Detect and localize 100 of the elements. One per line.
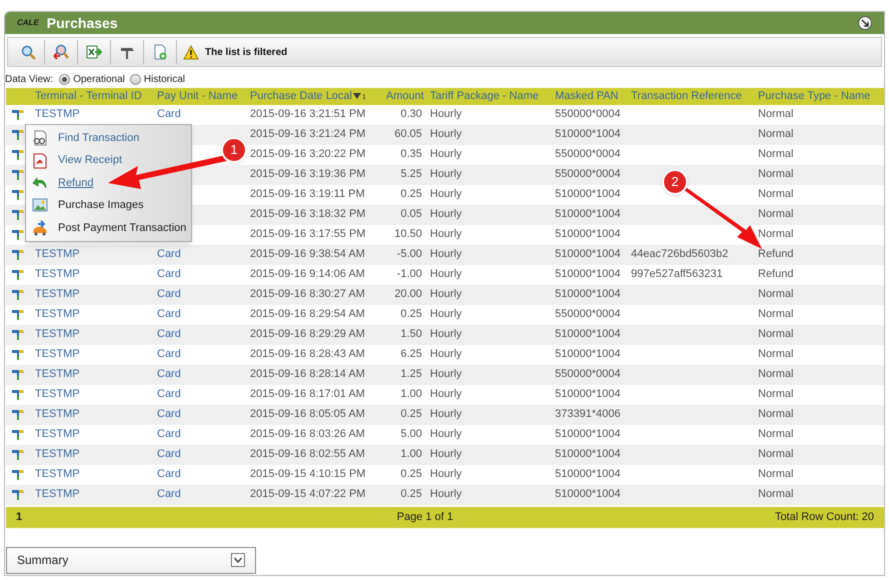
cell-link[interactable]: Card [157, 308, 181, 320]
table-cell: 510000*1004 [555, 208, 620, 220]
cell-link[interactable]: TESTMP [35, 308, 80, 320]
hammer-icon[interactable] [11, 248, 25, 261]
table-cell: Hourly [430, 288, 462, 300]
cell-link[interactable]: Card [157, 268, 181, 280]
menu-item[interactable]: Find Transaction [58, 130, 140, 146]
radio-button[interactable] [130, 74, 141, 84]
cell-link[interactable]: Card [157, 108, 181, 120]
cell-link[interactable]: Card [157, 488, 181, 500]
cell-link[interactable]: TESTMP [35, 388, 80, 400]
cell-link[interactable]: TESTMP [35, 248, 80, 260]
column-header[interactable]: Terminal - Terminal ID [35, 90, 142, 102]
table-cell: Hourly [430, 368, 462, 380]
cell-link[interactable]: Card [157, 248, 181, 260]
cell-link[interactable]: TESTMP [35, 288, 80, 300]
table-cell: Hourly [430, 208, 462, 220]
column-header[interactable]: Transaction Reference [631, 90, 742, 102]
radio-label[interactable]: Operational [73, 72, 125, 86]
table-cell: Refund [758, 248, 794, 260]
car-arrow-icon [32, 220, 48, 236]
cell-link[interactable]: Card [157, 328, 181, 340]
table-cell: 0.25 [400, 188, 422, 200]
menu-item[interactable]: Post Payment Transaction [58, 220, 186, 236]
collapse-button-icon[interactable] [858, 16, 872, 30]
column-header[interactable]: Masked PAN [555, 90, 618, 102]
cell-link[interactable]: Card [157, 288, 181, 300]
table-cell: 2015-09-16 3:20:22 PM [250, 148, 366, 160]
hammer-icon[interactable] [11, 408, 25, 421]
cell-link[interactable]: TESTMP [35, 468, 80, 480]
table-cell: 6.25 [400, 348, 422, 360]
table-cell: Hourly [430, 308, 462, 320]
table-cell: 510000*1004 [555, 448, 620, 460]
hammer-icon[interactable] [11, 428, 25, 441]
hammer-icon[interactable] [11, 168, 25, 181]
menu-item[interactable]: Refund [58, 174, 94, 192]
table-cell: Hourly [430, 408, 462, 420]
hammer-icon[interactable] [11, 308, 25, 321]
table-cell: 0.35 [400, 148, 422, 160]
page-info: Page 1 of 1 [396, 510, 454, 525]
radio-button[interactable] [59, 74, 70, 84]
row-count: Total Row Count: 20 [774, 510, 874, 525]
summary-dropdown[interactable]: Summary [6, 546, 256, 574]
table-cell: Hourly [430, 168, 462, 180]
table-cell: 2015-09-16 3:19:36 PM [250, 168, 366, 180]
cell-link[interactable]: TESTMP [35, 448, 80, 460]
document-add-icon[interactable] [152, 44, 168, 60]
menu-item[interactable]: View Receipt [58, 152, 122, 169]
hammer-icon[interactable] [11, 348, 25, 361]
cell-link[interactable]: TESTMP [35, 108, 80, 120]
hammer-icon[interactable] [11, 388, 25, 401]
hammer-icon[interactable] [11, 368, 25, 381]
column-header[interactable]: Pay Unit - Name [157, 90, 238, 102]
hammer-icon[interactable] [11, 268, 25, 281]
hammer-icon[interactable] [11, 328, 25, 341]
cell-link[interactable]: TESTMP [35, 328, 80, 340]
cell-link[interactable]: Card [157, 348, 181, 360]
hammer-icon[interactable] [11, 108, 25, 121]
column-header[interactable]: Purchase Type - Name [758, 90, 870, 102]
hammer-icon[interactable] [11, 208, 25, 221]
table-cell: 1.50 [400, 328, 422, 340]
hammer-icon[interactable] [11, 488, 25, 501]
caret-icon [231, 553, 245, 567]
cell-link[interactable]: Card [157, 368, 181, 380]
table-cell: Hourly [430, 428, 462, 440]
magnifier-icon[interactable] [20, 44, 36, 60]
hammer-icon[interactable] [11, 148, 25, 161]
table-cell: Normal [758, 328, 794, 340]
column-header[interactable]: Purchase Date Local [250, 90, 352, 102]
hammer-icon[interactable] [11, 448, 25, 461]
cell-link[interactable]: TESTMP [35, 428, 80, 440]
data-view-label: Data View: [5, 72, 54, 86]
magnifier-arrow-icon[interactable] [53, 44, 69, 60]
cell-link[interactable]: TESTMP [35, 408, 80, 420]
hammer-icon[interactable] [11, 188, 25, 201]
radio-label[interactable]: Historical [144, 72, 186, 86]
cell-link[interactable]: TESTMP [35, 488, 80, 500]
column-header[interactable]: Amount [386, 90, 424, 102]
spreadsheet-export-icon[interactable] [86, 44, 102, 60]
cell-link[interactable]: TESTMP [35, 268, 80, 280]
cell-link[interactable]: Card [157, 428, 181, 440]
cell-link[interactable]: Card [157, 408, 181, 420]
cell-link[interactable]: Card [157, 388, 181, 400]
hammer-icon[interactable] [11, 128, 25, 141]
hammer-icon[interactable] [11, 228, 25, 241]
table-cell: 0.25 [400, 488, 422, 500]
table-cell: Normal [758, 108, 794, 120]
table-cell: 2015-09-16 8:30:27 AM [250, 288, 365, 300]
hammer-icon[interactable] [11, 288, 25, 301]
hammer-icon[interactable] [11, 468, 25, 481]
table-cell: 510000*1004 [555, 228, 620, 240]
cell-link[interactable]: Card [157, 448, 181, 460]
cell-link[interactable]: TESTMP [35, 348, 80, 360]
table-cell: 550000*0004 [555, 168, 620, 180]
filter-notice: The list is filtered [205, 46, 288, 60]
cell-link[interactable]: Card [157, 468, 181, 480]
cell-link[interactable]: TESTMP [35, 368, 80, 380]
table-cell: 0.25 [400, 308, 422, 320]
menu-item[interactable]: Purchase Images [58, 197, 144, 214]
column-header[interactable]: Tariff Package - Name [430, 90, 539, 102]
